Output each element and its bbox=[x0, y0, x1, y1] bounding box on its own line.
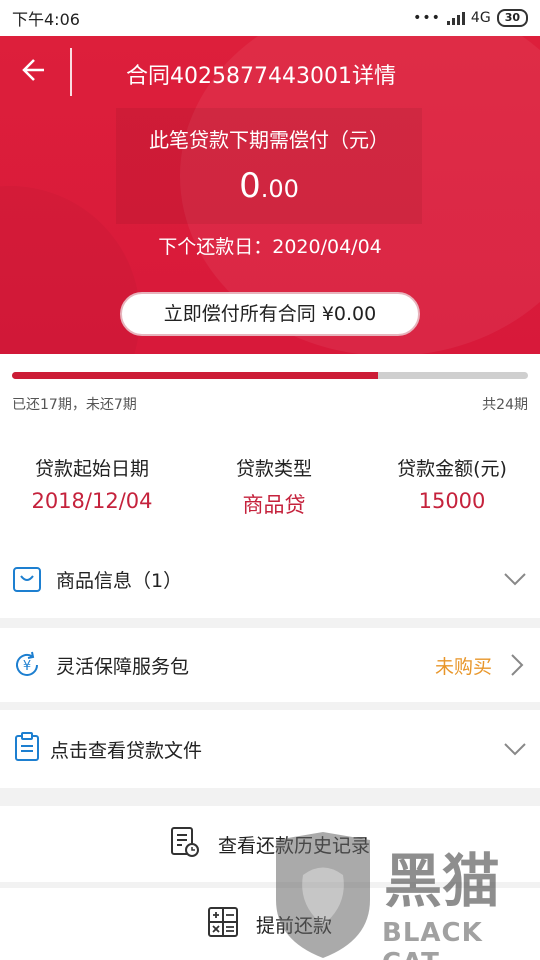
loan-type-value: 商品贷 bbox=[242, 493, 306, 517]
status-icons: ••• 4G 30 bbox=[413, 9, 528, 27]
section-divider bbox=[0, 788, 540, 806]
back-arrow-icon[interactable] bbox=[18, 56, 54, 92]
pay-all-contracts-button[interactable]: 立即偿付所有合同 ¥0.00 bbox=[120, 292, 420, 336]
more-dots-icon: ••• bbox=[413, 10, 441, 26]
repayment-history-button[interactable]: 查看还款历史记录 bbox=[0, 806, 540, 882]
network-type: 4G bbox=[470, 10, 491, 26]
section-divider bbox=[0, 618, 540, 628]
service-pack-status: 未购买 bbox=[434, 656, 492, 678]
battery-icon: 30 bbox=[496, 9, 528, 27]
loan-type-label: 贷款类型 bbox=[235, 458, 312, 480]
loan-type: 贷款类型 商品贷 bbox=[184, 454, 364, 519]
repayment-history-label: 查看还款历史记录 bbox=[217, 834, 370, 857]
prepay-label: 提前还款 bbox=[255, 914, 332, 937]
loan-amount-value: 15000 bbox=[418, 489, 486, 513]
section-divider bbox=[0, 702, 540, 710]
service-pack-label: 灵活保障服务包 bbox=[56, 656, 190, 678]
next-due-label: 此笔贷款下期需偿付（元） bbox=[149, 128, 389, 152]
next-repayment-date: 下个还款日：2020/04/04 bbox=[158, 236, 382, 258]
chevron-down-icon bbox=[504, 738, 526, 760]
chevron-right-icon bbox=[510, 654, 524, 676]
prepay-button[interactable]: 提前还款 bbox=[0, 886, 540, 960]
paid-periods-text: 已还17期，未还7期 bbox=[12, 397, 137, 413]
product-info-label: 商品信息（1） bbox=[56, 570, 183, 592]
clipboard-icon bbox=[12, 732, 42, 762]
shopping-bag-icon bbox=[12, 564, 42, 594]
next-due-panel: 此笔贷款下期需偿付（元） 0.00 bbox=[116, 108, 422, 224]
chevron-down-icon bbox=[504, 568, 526, 590]
loan-start-date: 贷款起始日期 2018/12/04 bbox=[2, 454, 182, 513]
loan-start-date-label: 贷款起始日期 bbox=[34, 458, 149, 480]
signal-icon bbox=[446, 11, 465, 25]
status-time: 下午4:06 bbox=[12, 10, 80, 29]
status-bar: 下午4:06 ••• 4G 30 bbox=[0, 0, 540, 36]
calculator-icon bbox=[207, 907, 238, 941]
svg-text:¥: ¥ bbox=[23, 659, 31, 674]
loan-amount-label: 贷款金额(元) bbox=[397, 458, 507, 480]
next-due-amount: 0.00 bbox=[116, 166, 422, 206]
title-divider bbox=[70, 48, 72, 96]
history-document-icon bbox=[170, 826, 200, 862]
loan-start-date-value: 2018/12/04 bbox=[31, 489, 153, 513]
repayment-progress-fill bbox=[12, 372, 378, 379]
loan-documents-row[interactable]: 点击查看贷款文件 bbox=[0, 712, 540, 782]
due-amount-decimal: .00 bbox=[260, 175, 299, 203]
service-pack-row[interactable]: ¥ 灵活保障服务包 未购买 bbox=[0, 630, 540, 700]
page-title: 合同4025877443001详情 bbox=[126, 64, 396, 89]
loan-amount: 贷款金额(元) 15000 bbox=[362, 454, 540, 513]
repayment-progress-bar bbox=[12, 372, 528, 379]
yen-refresh-icon: ¥ bbox=[12, 650, 42, 680]
contract-header: 合同4025877443001详情 此笔贷款下期需偿付（元） 0.00 下个还款… bbox=[0, 36, 540, 354]
product-info-row[interactable]: 商品信息（1） bbox=[0, 544, 540, 614]
total-periods-text: 共24期 bbox=[482, 397, 528, 413]
due-amount-integer: 0 bbox=[239, 166, 261, 206]
loan-documents-label: 点击查看贷款文件 bbox=[50, 740, 203, 762]
